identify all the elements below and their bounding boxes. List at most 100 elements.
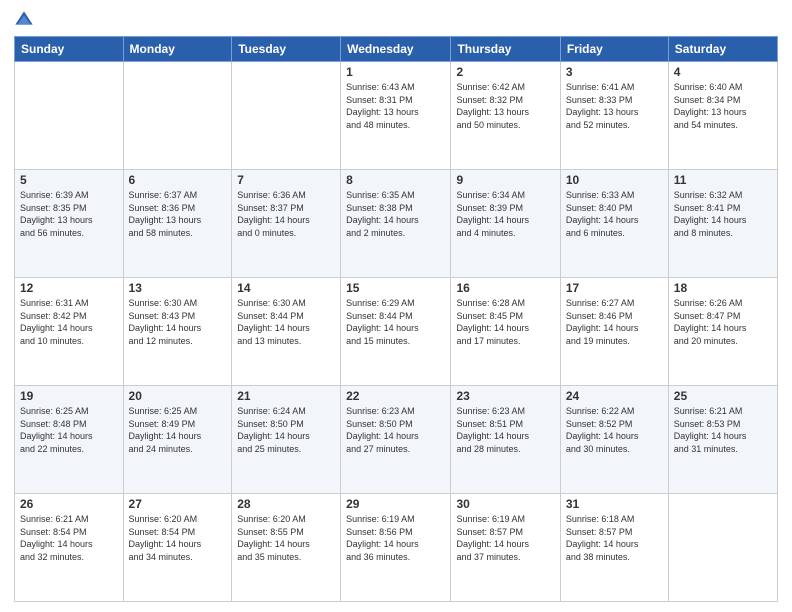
calendar-cell: 22 Sunrise: 6:23 AM Sunset: 8:50 PM Dayli… [341, 386, 451, 494]
cell-info: Sunrise: 6:25 AM Sunset: 8:49 PM Dayligh… [129, 405, 227, 455]
calendar-cell: 4 Sunrise: 6:40 AM Sunset: 8:34 PM Daylig… [668, 62, 777, 170]
cell-day-number: 18 [674, 281, 772, 295]
cell-info: Sunrise: 6:22 AM Sunset: 8:52 PM Dayligh… [566, 405, 663, 455]
cell-day-number: 9 [456, 173, 554, 187]
calendar-week-row: 1 Sunrise: 6:43 AM Sunset: 8:31 PM Daylig… [15, 62, 778, 170]
cell-day-number: 30 [456, 497, 554, 511]
cell-day-number: 27 [129, 497, 227, 511]
calendar-cell: 5 Sunrise: 6:39 AM Sunset: 8:35 PM Daylig… [15, 170, 124, 278]
calendar-cell: 15 Sunrise: 6:29 AM Sunset: 8:44 PM Dayli… [341, 278, 451, 386]
cell-day-number: 21 [237, 389, 335, 403]
cell-day-number: 1 [346, 65, 445, 79]
calendar-cell: 16 Sunrise: 6:28 AM Sunset: 8:45 PM Dayli… [451, 278, 560, 386]
weekday-header: Saturday [668, 37, 777, 62]
cell-info: Sunrise: 6:29 AM Sunset: 8:44 PM Dayligh… [346, 297, 445, 347]
calendar-week-row: 26Sunrise: 6:21 AM Sunset: 8:54 PM Dayli… [15, 494, 778, 602]
cell-day-number: 5 [20, 173, 118, 187]
cell-day-number: 28 [237, 497, 335, 511]
cell-day-number: 7 [237, 173, 335, 187]
calendar-cell [668, 494, 777, 602]
cell-info: Sunrise: 6:27 AM Sunset: 8:46 PM Dayligh… [566, 297, 663, 347]
calendar-cell: 29 Sunrise: 6:19 AM Sunset: 8:56 PM Dayli… [341, 494, 451, 602]
calendar-cell: 10 Sunrise: 6:33 AM Sunset: 8:40 PM Dayli… [560, 170, 668, 278]
cell-day-number: 16 [456, 281, 554, 295]
calendar-cell: 25Sunrise: 6:21 AM Sunset: 8:53 PM Dayli… [668, 386, 777, 494]
cell-info: Sunrise: 6:26 AM Sunset: 8:47 PM Dayligh… [674, 297, 772, 347]
cell-info: Sunrise: 6:19 AM Sunset: 8:56 PM Dayligh… [346, 513, 445, 563]
cell-day-number: 22 [346, 389, 445, 403]
cell-info: Sunrise: 6:20 AM Sunset: 8:54 PM Dayligh… [129, 513, 227, 563]
cell-day-number: 14 [237, 281, 335, 295]
cell-info: Sunrise: 6:19 AM Sunset: 8:57 PM Dayligh… [456, 513, 554, 563]
cell-info: Sunrise: 6:18 AM Sunset: 8:57 PM Dayligh… [566, 513, 663, 563]
calendar-cell: 24Sunrise: 6:22 AM Sunset: 8:52 PM Dayli… [560, 386, 668, 494]
cell-day-number: 2 [456, 65, 554, 79]
weekday-header: Tuesday [232, 37, 341, 62]
calendar-cell: 2 Sunrise: 6:42 AM Sunset: 8:32 PM Daylig… [451, 62, 560, 170]
cell-info: Sunrise: 6:23 AM Sunset: 8:51 PM Dayligh… [456, 405, 554, 455]
cell-info: Sunrise: 6:39 AM Sunset: 8:35 PM Dayligh… [20, 189, 118, 239]
cell-day-number: 6 [129, 173, 227, 187]
weekday-header: Monday [123, 37, 232, 62]
cell-info: Sunrise: 6:34 AM Sunset: 8:39 PM Dayligh… [456, 189, 554, 239]
weekday-header: Friday [560, 37, 668, 62]
header [14, 10, 778, 30]
calendar-cell: 19Sunrise: 6:25 AM Sunset: 8:48 PM Dayli… [15, 386, 124, 494]
cell-day-number: 15 [346, 281, 445, 295]
page: SundayMondayTuesdayWednesdayThursdayFrid… [0, 0, 792, 612]
cell-day-number: 23 [456, 389, 554, 403]
cell-info: Sunrise: 6:37 AM Sunset: 8:36 PM Dayligh… [129, 189, 227, 239]
cell-info: Sunrise: 6:24 AM Sunset: 8:50 PM Dayligh… [237, 405, 335, 455]
logo [14, 10, 38, 30]
calendar-cell: 28 Sunrise: 6:20 AM Sunset: 8:55 PM Dayli… [232, 494, 341, 602]
calendar-table: SundayMondayTuesdayWednesdayThursdayFrid… [14, 36, 778, 602]
calendar-cell: 26Sunrise: 6:21 AM Sunset: 8:54 PM Dayli… [15, 494, 124, 602]
header-row: SundayMondayTuesdayWednesdayThursdayFrid… [15, 37, 778, 62]
calendar-cell: 13Sunrise: 6:30 AM Sunset: 8:43 PM Dayli… [123, 278, 232, 386]
calendar-cell: 7 Sunrise: 6:36 AM Sunset: 8:37 PM Daylig… [232, 170, 341, 278]
calendar-cell: 18 Sunrise: 6:26 AM Sunset: 8:47 PM Dayli… [668, 278, 777, 386]
cell-day-number: 31 [566, 497, 663, 511]
calendar-cell [123, 62, 232, 170]
cell-info: Sunrise: 6:28 AM Sunset: 8:45 PM Dayligh… [456, 297, 554, 347]
cell-day-number: 10 [566, 173, 663, 187]
cell-day-number: 4 [674, 65, 772, 79]
cell-info: Sunrise: 6:31 AM Sunset: 8:42 PM Dayligh… [20, 297, 118, 347]
cell-info: Sunrise: 6:36 AM Sunset: 8:37 PM Dayligh… [237, 189, 335, 239]
weekday-header: Thursday [451, 37, 560, 62]
calendar-week-row: 12 Sunrise: 6:31 AM Sunset: 8:42 PM Dayli… [15, 278, 778, 386]
calendar-cell: 6 Sunrise: 6:37 AM Sunset: 8:36 PM Daylig… [123, 170, 232, 278]
cell-day-number: 20 [129, 389, 227, 403]
calendar-cell: 3Sunrise: 6:41 AM Sunset: 8:33 PM Daylig… [560, 62, 668, 170]
calendar-cell: 21 Sunrise: 6:24 AM Sunset: 8:50 PM Dayli… [232, 386, 341, 494]
cell-day-number: 29 [346, 497, 445, 511]
calendar-cell [232, 62, 341, 170]
cell-info: Sunrise: 6:33 AM Sunset: 8:40 PM Dayligh… [566, 189, 663, 239]
calendar-cell: 30 Sunrise: 6:19 AM Sunset: 8:57 PM Dayli… [451, 494, 560, 602]
cell-day-number: 12 [20, 281, 118, 295]
cell-info: Sunrise: 6:20 AM Sunset: 8:55 PM Dayligh… [237, 513, 335, 563]
calendar-cell: 27 Sunrise: 6:20 AM Sunset: 8:54 PM Dayli… [123, 494, 232, 602]
cell-info: Sunrise: 6:30 AM Sunset: 8:43 PM Dayligh… [129, 297, 227, 347]
calendar-week-row: 19Sunrise: 6:25 AM Sunset: 8:48 PM Dayli… [15, 386, 778, 494]
cell-info: Sunrise: 6:42 AM Sunset: 8:32 PM Dayligh… [456, 81, 554, 131]
calendar-cell: 20 Sunrise: 6:25 AM Sunset: 8:49 PM Dayli… [123, 386, 232, 494]
cell-info: Sunrise: 6:23 AM Sunset: 8:50 PM Dayligh… [346, 405, 445, 455]
cell-day-number: 3 [566, 65, 663, 79]
calendar-cell: 23 Sunrise: 6:23 AM Sunset: 8:51 PM Dayli… [451, 386, 560, 494]
calendar-cell: 11 Sunrise: 6:32 AM Sunset: 8:41 PM Dayli… [668, 170, 777, 278]
calendar-week-row: 5 Sunrise: 6:39 AM Sunset: 8:35 PM Daylig… [15, 170, 778, 278]
logo-icon [14, 10, 34, 30]
cell-info: Sunrise: 6:43 AM Sunset: 8:31 PM Dayligh… [346, 81, 445, 131]
cell-info: Sunrise: 6:25 AM Sunset: 8:48 PM Dayligh… [20, 405, 118, 455]
calendar-cell: 12 Sunrise: 6:31 AM Sunset: 8:42 PM Dayli… [15, 278, 124, 386]
cell-info: Sunrise: 6:40 AM Sunset: 8:34 PM Dayligh… [674, 81, 772, 131]
weekday-header: Sunday [15, 37, 124, 62]
weekday-header: Wednesday [341, 37, 451, 62]
calendar-cell: 9 Sunrise: 6:34 AM Sunset: 8:39 PM Daylig… [451, 170, 560, 278]
cell-day-number: 26 [20, 497, 118, 511]
calendar-cell: 14Sunrise: 6:30 AM Sunset: 8:44 PM Dayli… [232, 278, 341, 386]
cell-day-number: 8 [346, 173, 445, 187]
cell-info: Sunrise: 6:32 AM Sunset: 8:41 PM Dayligh… [674, 189, 772, 239]
cell-day-number: 11 [674, 173, 772, 187]
